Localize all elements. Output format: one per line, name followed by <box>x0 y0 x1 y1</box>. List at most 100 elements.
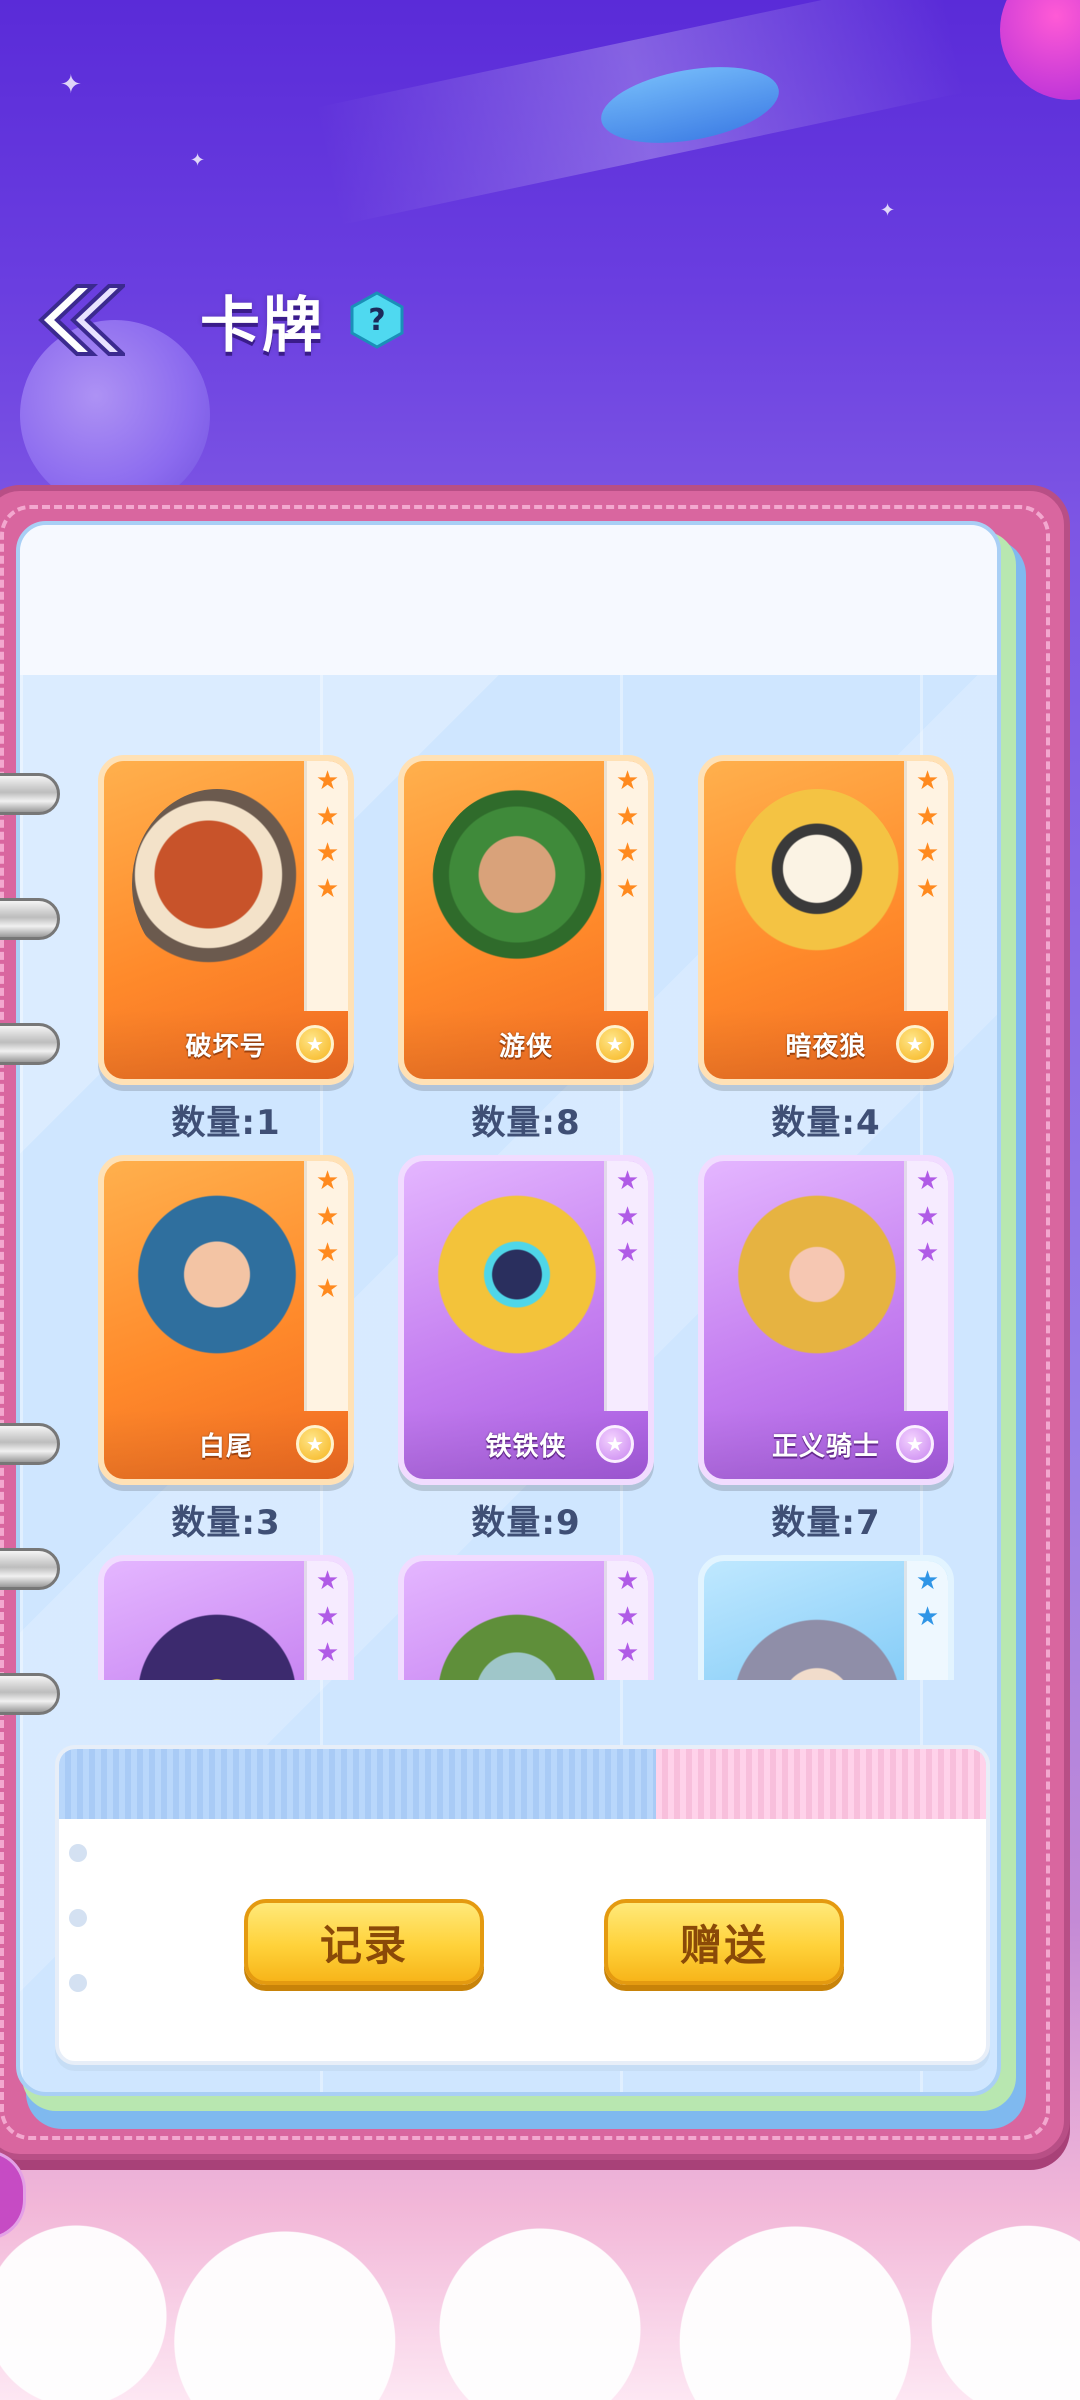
star-icon: ★ <box>615 1566 640 1596</box>
star-icon: ★ <box>315 838 340 868</box>
ufo-decoration <box>595 54 785 156</box>
character-portrait <box>432 1589 602 1680</box>
svg-text:?: ? <box>368 303 385 338</box>
star-icon: ★ <box>615 1238 640 1268</box>
card-grid[interactable]: ★ ★ ★ ★ 破坏号 ★ 数量:1 ★ ★ ★ ★ 游侠 ★ 数量:8 ★ ★… <box>68 755 968 1680</box>
star-icon: ★ <box>615 802 640 832</box>
star-icon: ★ <box>915 1566 940 1596</box>
star-coin-icon: ★ <box>296 1025 334 1063</box>
star-icon: ★ <box>915 838 940 868</box>
card-anyelang[interactable]: ★ ★ ★ ★ 暗夜狼 ★ <box>698 755 954 1085</box>
card-partial[interactable]: ★ ★ <box>698 1555 954 1680</box>
card-quantity: 数量:8 <box>471 1103 581 1143</box>
gift-button-label: 赠送 <box>679 1920 768 1970</box>
card-quantity: 数量:4 <box>771 1103 881 1143</box>
character-portrait <box>732 1589 902 1680</box>
card-cell: ★ ★ ★ ★ 破坏号 ★ 数量:1 <box>98 755 358 1155</box>
card-zhengyiqishi[interactable]: ★ ★ ★ 正义骑士 ★ <box>698 1155 954 1485</box>
binder-ring <box>0 1423 60 1465</box>
rarity-stars: ★ ★ ★ <box>304 1561 348 1680</box>
card-cell: ★ ★ ★ <box>98 1555 358 1680</box>
help-button[interactable]: ? <box>348 291 406 349</box>
star-icon: ★ <box>615 1202 640 1232</box>
character-portrait <box>732 789 902 979</box>
star-icon: ★ <box>315 1238 340 1268</box>
card-partial[interactable]: ★ ★ ★ <box>98 1555 354 1680</box>
header: 卡牌 ? <box>30 270 406 370</box>
record-button-label: 记录 <box>319 1920 408 1970</box>
page-header-area <box>20 525 997 675</box>
binder-rings <box>0 0 70 1715</box>
gift-button[interactable]: 赠送 <box>604 1899 844 1985</box>
character-portrait <box>432 1189 602 1379</box>
card-quantity: 数量:7 <box>771 1503 881 1543</box>
star-coin-icon: ★ <box>596 1025 634 1063</box>
binder-ring <box>0 898 60 940</box>
card-pohuaihao[interactable]: ★ ★ ★ ★ 破坏号 ★ <box>98 755 354 1085</box>
rarity-stars: ★ ★ ★ ★ <box>304 761 348 1011</box>
star-icon: ★ <box>915 1238 940 1268</box>
card-cell: ★ ★ ★ ★ 白尾 ★ 数量:3 <box>98 1155 358 1555</box>
star-coin-icon: ★ <box>296 1425 334 1463</box>
card-name: 铁铁侠 <box>485 1431 567 1462</box>
card-quantity: 数量:3 <box>171 1503 281 1543</box>
help-icon: ? <box>350 291 404 349</box>
panel-hole <box>69 1844 87 1862</box>
card-cell: ★ ★ ★ <box>398 1555 658 1680</box>
card-tietiexia[interactable]: ★ ★ ★ 铁铁侠 ★ <box>398 1155 654 1485</box>
star-icon: ★ <box>315 1202 340 1232</box>
star-icon: ★ <box>615 874 640 904</box>
star-icon: ★ <box>615 1638 640 1668</box>
card-cell: ★ ★ <box>698 1555 958 1680</box>
rarity-stars: ★ ★ ★ <box>604 1561 648 1680</box>
star-icon: ★ <box>915 1602 940 1632</box>
star-icon: ★ <box>315 1274 340 1304</box>
panel-tape <box>656 1749 986 1819</box>
star-icon: ★ <box>315 802 340 832</box>
rarity-stars: ★ ★ ★ <box>604 1161 648 1411</box>
rarity-stars: ★ ★ ★ ★ <box>904 761 948 1011</box>
character-portrait <box>132 1189 302 1379</box>
star-icon: ★ <box>615 1166 640 1196</box>
star-icon: ★ <box>915 802 940 832</box>
card-baiwei[interactable]: ★ ★ ★ ★ 白尾 ★ <box>98 1155 354 1485</box>
rarity-stars: ★ ★ ★ ★ <box>604 761 648 1011</box>
panel-hole <box>69 1974 87 1992</box>
character-portrait <box>732 1189 902 1379</box>
binder-ring <box>0 1023 60 1065</box>
star-coin-icon: ★ <box>896 1425 934 1463</box>
light-beam <box>314 0 966 226</box>
star-icon: ★ <box>915 1166 940 1196</box>
planet-decoration <box>1000 0 1080 100</box>
star-icon: ★ <box>315 874 340 904</box>
binder-ring <box>0 1548 60 1590</box>
star-icon: ★ <box>315 1602 340 1632</box>
star-icon: ★ <box>915 874 940 904</box>
card-name: 游侠 <box>498 1031 553 1062</box>
card-cell: ★ ★ ★ ★ 暗夜狼 ★ 数量:4 <box>698 755 958 1155</box>
star-icon: ★ <box>315 1566 340 1596</box>
card-name: 白尾 <box>198 1431 253 1462</box>
card-name: 正义骑士 <box>771 1431 880 1462</box>
rarity-stars: ★ ★ ★ ★ <box>304 1161 348 1411</box>
clouds-decoration <box>0 2160 1080 2400</box>
character-portrait <box>432 789 602 979</box>
star-icon: ✦ <box>880 200 896 221</box>
record-button[interactable]: 记录 <box>244 1899 484 1985</box>
rarity-stars: ★ ★ <box>904 1561 948 1680</box>
binder-ring <box>0 773 60 815</box>
character-portrait <box>132 789 302 979</box>
panel-hole <box>69 1909 87 1927</box>
card-partial[interactable]: ★ ★ ★ <box>398 1555 654 1680</box>
action-panel: 记录 赠送 <box>55 1745 990 2065</box>
star-icon: ★ <box>915 766 940 796</box>
star-icon: ★ <box>315 766 340 796</box>
star-icon: ★ <box>915 1202 940 1232</box>
card-name: 破坏号 <box>185 1031 267 1062</box>
star-icon: ★ <box>615 838 640 868</box>
card-cell: ★ ★ ★ 正义骑士 ★ 数量:7 <box>698 1155 958 1555</box>
card-cell: ★ ★ ★ 铁铁侠 ★ 数量:9 <box>398 1155 658 1555</box>
card-youxia[interactable]: ★ ★ ★ ★ 游侠 ★ <box>398 755 654 1085</box>
card-quantity: 数量:1 <box>171 1103 281 1143</box>
side-drawer-handle[interactable] <box>0 2150 26 2240</box>
